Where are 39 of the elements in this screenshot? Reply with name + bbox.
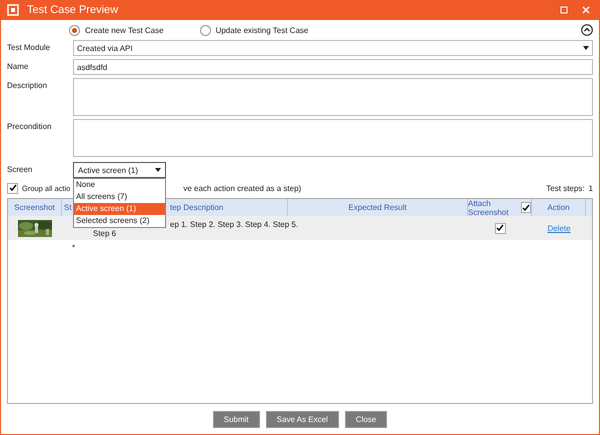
dialog-button[interactable]: Close: [344, 411, 388, 428]
field-label: Test Module: [7, 42, 52, 52]
dialog-button[interactable]: Save As Excel: [266, 411, 339, 428]
radio-option[interactable]: Create new Test Case: [69, 24, 164, 36]
column-header: Action: [547, 203, 570, 212]
attach-checkbox[interactable]: [494, 222, 506, 234]
dropdown-option[interactable]: All screens (7): [74, 191, 165, 203]
test-steps-count: 1: [588, 184, 593, 192]
new-row-marker: *: [72, 243, 76, 252]
column-header: Screenshot: [14, 203, 55, 212]
dialog-button[interactable]: Submit: [212, 411, 260, 428]
app-logo-icon: [7, 4, 19, 16]
column-header: tep Description: [170, 203, 224, 212]
dropdown-option[interactable]: None: [74, 179, 165, 191]
test-steps-label: Test steps:: [546, 184, 585, 192]
name-field[interactable]: asdfsdfd: [73, 59, 593, 75]
module-dropdown[interactable]: Created via API: [73, 40, 593, 56]
precondition-field[interactable]: [73, 119, 593, 157]
delete-link[interactable]: Delete: [547, 224, 571, 232]
checkbox-label: ve each action created as a step): [183, 184, 302, 192]
caret-icon: [583, 46, 589, 50]
table-cell-text: Step 6: [92, 229, 116, 238]
column-header: St: [64, 203, 72, 212]
radio-option[interactable]: Update existing Test Case: [200, 24, 308, 36]
field-label: Name: [7, 61, 30, 71]
caret-icon: [155, 168, 161, 172]
field-label: Description: [7, 80, 48, 90]
table-cell: ep 1. Step 2. Step 3. Step 4. Step 5.: [170, 220, 298, 229]
column-header: Attach Screenshot: [468, 198, 510, 216]
collapse-icon[interactable]: [581, 24, 593, 36]
attach-all-checkbox[interactable]: [521, 202, 531, 213]
description-field[interactable]: [73, 78, 593, 116]
column-header: Expected Result: [348, 203, 407, 212]
group-actions-checkbox[interactable]: [7, 182, 18, 194]
field-label: Screen: [7, 164, 34, 174]
window-title: Test Case Preview: [27, 4, 120, 16]
field-label: Precondition: [7, 121, 52, 131]
screen-dropdown[interactable]: Active screen (1): [73, 162, 166, 178]
dropdown-option[interactable]: Selected screens (2): [74, 215, 165, 227]
